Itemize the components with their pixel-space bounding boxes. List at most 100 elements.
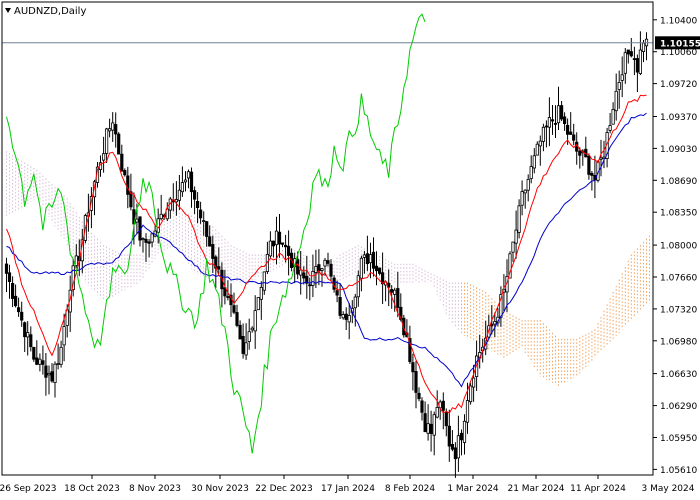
candle-body xyxy=(541,126,546,142)
candle-body xyxy=(53,363,57,384)
current-price-label: 1.10155 xyxy=(655,36,700,50)
candle-body xyxy=(259,286,263,300)
candle-body xyxy=(29,334,33,348)
candle-body xyxy=(347,315,351,323)
candle-body xyxy=(590,172,594,176)
candle-body xyxy=(208,236,212,247)
y-tick-label: 1.10060 xyxy=(660,48,697,58)
candle-body xyxy=(274,230,279,246)
candle-body xyxy=(432,414,436,436)
candle-body xyxy=(135,218,139,223)
candle-body xyxy=(105,128,109,154)
y-tick-label: 1.05610 xyxy=(660,466,697,476)
chart-svg: 1.10400 1.10060 1.09720 1.09370 1.09030 1.086… xyxy=(0,0,700,500)
x-tick-label: 21 Mar 2024 xyxy=(507,484,564,494)
candle-body xyxy=(550,119,555,122)
candle-body xyxy=(211,244,215,259)
chart-background xyxy=(0,0,700,500)
candle-body xyxy=(44,365,48,378)
candle-body xyxy=(608,125,612,131)
candle-body xyxy=(526,178,530,191)
candle-body xyxy=(335,290,339,296)
candle-body xyxy=(59,346,63,365)
candle-body xyxy=(429,423,433,434)
candle-body xyxy=(569,131,573,135)
candle-body xyxy=(435,406,439,418)
candle-body xyxy=(299,269,303,276)
candle-body xyxy=(302,272,306,279)
candle-body xyxy=(556,105,561,124)
candle-body xyxy=(47,372,51,376)
candle-body xyxy=(16,307,21,313)
candle-body xyxy=(368,254,373,264)
candle-body xyxy=(599,157,603,160)
candle-body xyxy=(183,179,188,183)
candle-body xyxy=(226,296,230,298)
candle-body xyxy=(177,189,181,201)
candle xyxy=(117,132,121,155)
symbol-header: AUDNZD,Daily xyxy=(5,6,86,17)
candle-body xyxy=(563,116,567,125)
candle-body xyxy=(247,331,251,342)
candle-body xyxy=(362,254,367,258)
candle-body xyxy=(411,362,415,373)
y-tick-label: 1.06630 xyxy=(660,370,697,380)
candle-body xyxy=(20,311,24,321)
candle-body xyxy=(186,171,191,179)
candle-body xyxy=(377,267,382,274)
candle-body xyxy=(198,209,203,219)
candle-body xyxy=(147,241,151,244)
candle-body xyxy=(23,322,27,338)
candle-body xyxy=(280,242,285,245)
candle-body xyxy=(638,49,643,75)
candle-body xyxy=(189,171,194,193)
candle-body xyxy=(393,289,397,295)
candle-body xyxy=(323,259,327,267)
candle-body xyxy=(341,314,345,319)
candle-body xyxy=(217,266,221,270)
candle-body xyxy=(108,128,112,132)
candle-body xyxy=(74,255,78,266)
y-tick-label: 1.08350 xyxy=(660,209,697,219)
x-tick-label: 1 Mar 2024 xyxy=(447,484,499,494)
y-tick-label: 1.06290 xyxy=(660,402,697,412)
candle-body xyxy=(232,305,236,313)
candle-body xyxy=(256,297,260,311)
candle-body xyxy=(514,229,518,244)
candle-body xyxy=(35,357,39,365)
candle-body xyxy=(635,58,640,73)
candle-body xyxy=(120,153,124,172)
candle-body xyxy=(359,257,364,279)
candle-body xyxy=(144,238,148,243)
candle-body xyxy=(238,324,242,340)
x-tick-label: 11 Apr 2024 xyxy=(570,484,626,494)
candle-body xyxy=(26,332,30,338)
candle-body xyxy=(317,264,321,272)
candle-body xyxy=(286,245,291,256)
candle-body xyxy=(7,272,12,282)
candle-body xyxy=(326,260,330,264)
y-tick-label: 1.07660 xyxy=(660,274,697,284)
candle-body xyxy=(283,244,288,248)
candle xyxy=(468,382,473,405)
candle-body xyxy=(520,191,524,206)
candle-body xyxy=(620,74,624,81)
y-tick-label: 1.07320 xyxy=(660,305,697,315)
candle-body xyxy=(250,327,254,331)
candle-body xyxy=(423,413,427,433)
candle-body xyxy=(420,400,424,413)
candle-body xyxy=(611,109,615,125)
candle-body xyxy=(578,150,582,156)
x-tick-label: 8 Feb 2024 xyxy=(385,484,436,494)
candle-body xyxy=(396,288,400,308)
candle-body xyxy=(329,263,333,277)
candle-body xyxy=(244,342,248,356)
current-price-label-text: 1.10155 xyxy=(660,39,700,49)
candle-body xyxy=(192,190,197,200)
candle-body xyxy=(271,240,276,247)
candle xyxy=(32,346,36,362)
candle-body xyxy=(465,400,470,423)
y-tick-label: 1.06980 xyxy=(660,337,697,347)
candle-body xyxy=(547,117,552,128)
candle-body xyxy=(617,82,621,90)
